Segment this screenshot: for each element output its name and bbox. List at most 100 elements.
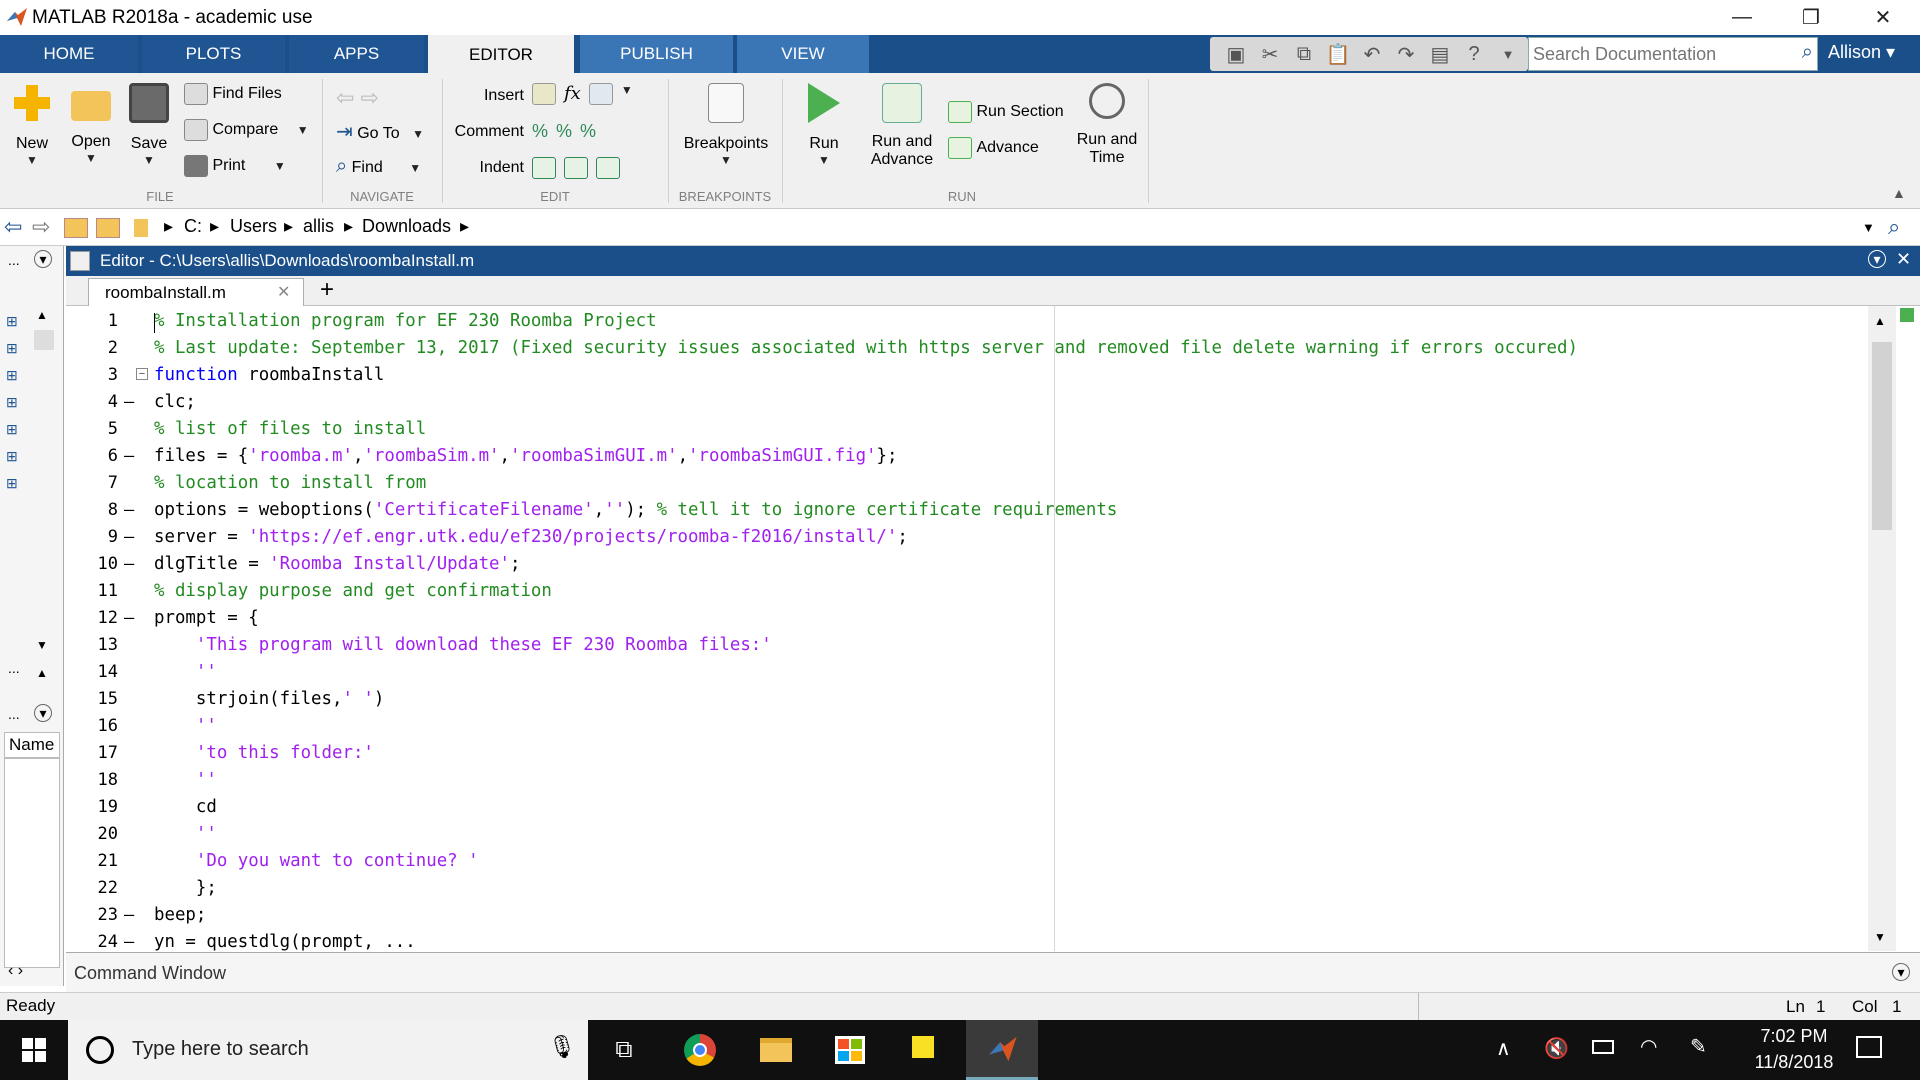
code-line[interactable]: '' (154, 716, 217, 736)
print-button[interactable]: Print ▼ (184, 155, 286, 177)
volume-muted-icon[interactable]: 🔇 (1544, 1036, 1569, 1061)
switch-windows-icon[interactable]: ▤ (1426, 41, 1454, 67)
windows-start-icon[interactable] (22, 1038, 46, 1062)
code-line[interactable]: '' (154, 770, 217, 790)
help-icon[interactable]: ? (1460, 41, 1488, 67)
close-button[interactable]: ✕ (1854, 0, 1912, 35)
breakpoint-marker[interactable]: — (124, 554, 134, 574)
breakpoint-marker[interactable]: — (124, 527, 134, 547)
line-number[interactable]: 6 (66, 446, 118, 466)
clock-time[interactable]: 7:02 PM (1740, 1026, 1848, 1047)
search-icon[interactable]: ⌕ (1802, 41, 1813, 64)
code-line[interactable]: % display purpose and get confirmation (154, 581, 552, 601)
find-files-button[interactable]: Find Files (184, 83, 282, 105)
line-number[interactable]: 17 (66, 743, 118, 763)
tab-view[interactable]: VIEW (737, 35, 871, 73)
run-and-time-button[interactable]: Run and Time (1070, 83, 1144, 167)
name-column-header[interactable]: Name (4, 732, 60, 758)
increase-indent-icon[interactable] (564, 157, 588, 179)
panel-options-icon[interactable]: ▾ (34, 704, 52, 722)
line-number[interactable]: 8 (66, 500, 118, 520)
scroll-up-icon[interactable]: ▲ (1874, 314, 1886, 328)
code-line[interactable]: 'Do you want to continue? ' (154, 851, 479, 871)
microphone-icon[interactable]: 🎙 (548, 1034, 576, 1060)
vertical-scrollbar[interactable]: ▲ ▼ (1868, 306, 1896, 951)
compare-button[interactable]: Compare ▼ (184, 119, 309, 141)
line-number[interactable]: 4 (66, 392, 118, 412)
line-number[interactable]: 22 (66, 878, 118, 898)
battery-icon[interactable] (1592, 1040, 1614, 1054)
pen-icon[interactable]: ✎ (1690, 1034, 1707, 1059)
insert-label[interactable]: Insert (446, 87, 524, 105)
store-icon[interactable] (830, 1030, 870, 1070)
taskbar-search-input[interactable]: Type here to search (132, 1038, 309, 1061)
wrap-comments-icon[interactable]: % (580, 121, 596, 142)
search-input[interactable] (1529, 38, 1784, 70)
scrollbar-thumb[interactable] (34, 330, 54, 350)
close-tab-icon[interactable]: ✕ (277, 282, 290, 302)
line-number[interactable]: 9 (66, 527, 118, 547)
path-arrow-icon[interactable]: ▸ (284, 216, 293, 237)
breakpoint-marker[interactable]: — (124, 500, 134, 520)
code-line[interactable]: % list of files to install (154, 419, 426, 439)
line-number[interactable]: 14 (66, 662, 118, 682)
chevron-down-icon[interactable]: ▼ (1862, 220, 1875, 235)
code-line[interactable]: beep; (154, 905, 206, 925)
path-downloads[interactable]: Downloads (362, 216, 451, 237)
panel-menu[interactable]: ... (8, 706, 20, 722)
code-line[interactable]: % location to install from (154, 473, 426, 493)
code-line[interactable]: dlgTitle = 'Roomba Install/Update'; (154, 554, 520, 574)
tab-editor[interactable]: EDITOR (428, 35, 576, 75)
run-section-button[interactable]: Run Section (948, 101, 1064, 123)
line-number[interactable]: 12 (66, 608, 118, 628)
scroll-up-icon[interactable]: ▲ (36, 308, 48, 322)
line-number[interactable]: 3 (66, 365, 118, 385)
breakpoint-marker[interactable]: — (124, 446, 134, 466)
advance-button[interactable]: Advance (948, 137, 1039, 159)
paste-icon[interactable]: 📋 (1324, 41, 1352, 67)
line-number[interactable]: 24 (66, 932, 118, 952)
scroll-down-icon[interactable]: ▼ (36, 638, 48, 652)
chevron-down-icon[interactable]: ▼ (297, 123, 309, 137)
comment-label[interactable]: Comment (446, 123, 524, 141)
scroll-left-right-icon[interactable]: ‹ › (8, 962, 23, 980)
tab-home[interactable]: HOME (0, 35, 140, 73)
search-icon[interactable]: ⌕ (1888, 214, 1900, 240)
line-number[interactable]: 21 (66, 851, 118, 871)
path-arrow-icon[interactable]: ▸ (344, 216, 353, 237)
breakpoint-marker[interactable]: — (124, 608, 134, 628)
file-tab[interactable]: roombaInstall.m ✕ (88, 278, 304, 307)
up-folder-icon[interactable] (64, 218, 88, 238)
file-explorer-icon[interactable] (756, 1030, 796, 1070)
line-number[interactable]: 16 (66, 716, 118, 736)
panel-options-icon[interactable]: ▾ (34, 250, 52, 268)
save-icon[interactable]: ▣ (1222, 41, 1250, 67)
copy-icon[interactable]: ⧉ (1290, 41, 1318, 67)
path-arrow-icon[interactable]: ▸ (460, 216, 469, 237)
path-arrow-icon[interactable]: ▸ (210, 216, 219, 237)
code-analyzer-indicator[interactable] (1900, 308, 1914, 322)
smart-indent-icon[interactable] (532, 157, 556, 179)
code-line[interactable]: server = 'https://ef.engr.utk.edu/ef230/… (154, 527, 908, 547)
line-number[interactable]: 2 (66, 338, 118, 358)
forward-icon[interactable]: ⇨ (32, 214, 50, 240)
code-line[interactable]: options = weboptions('CertificateFilenam… (154, 500, 1117, 520)
restore-button[interactable]: ❐ (1782, 0, 1840, 35)
code-line[interactable]: '' (154, 662, 217, 682)
scrollbar-thumb[interactable] (1872, 342, 1892, 530)
breakpoint-marker[interactable]: — (124, 392, 134, 412)
breakpoint-marker[interactable]: — (124, 905, 134, 925)
path-users[interactable]: Users (230, 216, 277, 237)
command-window-bar[interactable]: Command Window ▾ (66, 952, 1920, 992)
line-number[interactable]: 5 (66, 419, 118, 439)
code-editor[interactable]: % Installation program for EF 230 Roomba… (152, 306, 1868, 951)
clock-date[interactable]: 11/8/2018 (1740, 1052, 1848, 1073)
line-number[interactable]: 20 (66, 824, 118, 844)
open-button[interactable]: Open ▼ (66, 83, 116, 165)
go-to-button[interactable]: ⇥ Go To ▼ (336, 119, 424, 144)
path-arrow-icon[interactable]: ▸ (164, 216, 173, 237)
back-icon[interactable]: ⇦ (4, 214, 22, 240)
matlab-taskbar-button[interactable] (966, 1020, 1038, 1080)
close-icon[interactable]: ✕ (1896, 249, 1911, 270)
line-number[interactable]: 13 (66, 635, 118, 655)
